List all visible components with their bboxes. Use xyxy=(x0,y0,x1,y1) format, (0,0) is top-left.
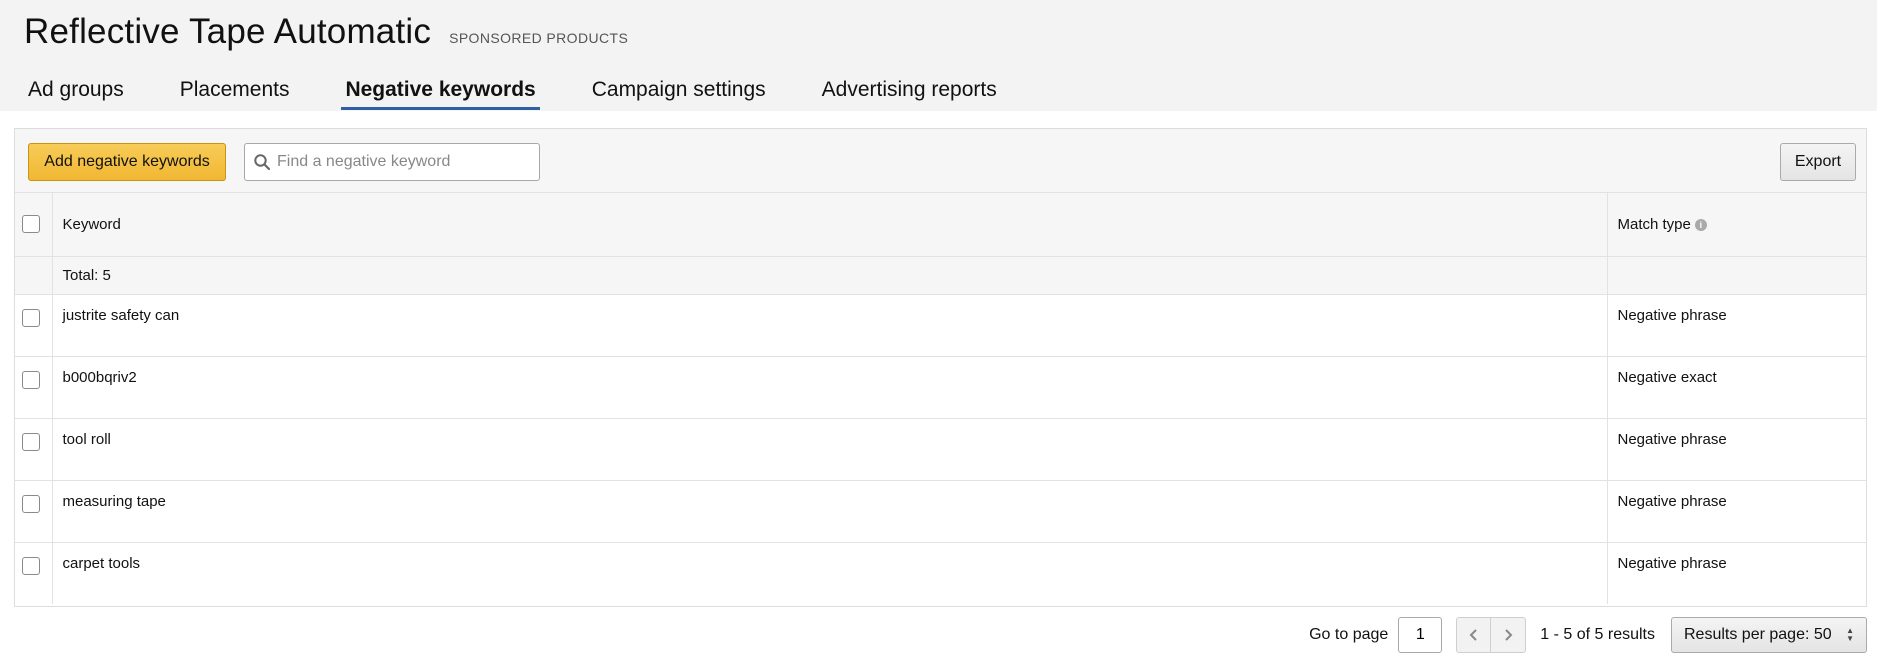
pagination: Go to page 1 - 5 of 5 results Results pe… xyxy=(1309,617,1867,653)
results-count: 1 - 5 of 5 results xyxy=(1540,626,1655,643)
campaign-type-label: SPONSORED PRODUCTS xyxy=(449,30,629,46)
negative-keywords-panel: Add negative keywords Export Keyword Mat… xyxy=(14,128,1867,607)
total-empty-cell xyxy=(15,256,53,295)
toolbar: Add negative keywords Export xyxy=(15,129,1866,193)
keyword-cell: measuring tape xyxy=(52,480,1608,543)
row-checkbox-cell xyxy=(15,542,53,604)
row-checkbox-cell xyxy=(15,418,53,481)
tab-campaign-settings[interactable]: Campaign settings xyxy=(588,78,770,110)
table-total-row: Total: 5 xyxy=(15,256,1866,295)
tab-ad-groups[interactable]: Ad groups xyxy=(24,78,128,110)
row-checkbox[interactable] xyxy=(22,494,40,513)
match-type-header-label: Match type xyxy=(1617,215,1691,233)
search-box[interactable] xyxy=(244,143,540,181)
search-icon xyxy=(254,154,271,171)
match-type-cell: Negative exact xyxy=(1607,356,1866,419)
chevron-left-icon xyxy=(1469,629,1477,641)
go-to-page-label: Go to page xyxy=(1309,626,1389,643)
title-row: Reflective Tape Automatic SPONSORED PROD… xyxy=(24,12,628,52)
row-checkbox[interactable] xyxy=(22,308,40,327)
column-header-keyword[interactable]: Keyword xyxy=(52,193,1608,257)
page-header: Reflective Tape Automatic SPONSORED PROD… xyxy=(0,0,1877,111)
row-checkbox[interactable] xyxy=(22,432,40,451)
select-all-checkbox[interactable] xyxy=(22,215,40,234)
row-checkbox-cell xyxy=(15,294,53,357)
table-header-row: Keyword Match type i xyxy=(15,193,1866,257)
add-negative-keywords-button[interactable]: Add negative keywords xyxy=(28,143,226,181)
match-type-cell: Negative phrase xyxy=(1607,294,1866,357)
tab-placements[interactable]: Placements xyxy=(176,78,294,110)
header-checkbox-cell xyxy=(15,193,53,257)
table-row: carpet tools Negative phrase xyxy=(15,542,1866,604)
search-input[interactable] xyxy=(277,144,535,180)
match-type-cell: Negative phrase xyxy=(1617,554,1727,572)
results-per-page-label: Results per page: 50 xyxy=(1684,626,1832,643)
page-number-input[interactable] xyxy=(1398,617,1443,653)
page-nav xyxy=(1456,617,1527,653)
tab-negative-keywords[interactable]: Negative keywords xyxy=(341,78,540,110)
keyword-cell: justrite safety can xyxy=(52,294,1608,357)
table-row: measuring tape Negative phrase xyxy=(15,480,1866,543)
results-per-page-select[interactable]: Results per page: 50 ▲ ▼ xyxy=(1671,617,1867,653)
tab-advertising-reports[interactable]: Advertising reports xyxy=(818,78,1001,110)
chevron-right-icon xyxy=(1505,629,1513,641)
select-arrows-icon: ▲ ▼ xyxy=(1846,626,1854,643)
match-type-cell: Negative phrase xyxy=(1607,418,1866,481)
row-checkbox[interactable] xyxy=(22,556,40,575)
total-match-type-cell xyxy=(1607,256,1866,295)
keywords-table: Keyword Match type i Total: 5 justrite sa… xyxy=(15,193,1866,604)
previous-page-button[interactable] xyxy=(1456,617,1492,653)
tab-bar: Ad groups Placements Negative keywords C… xyxy=(24,78,1049,110)
table-row: tool roll Negative phrase xyxy=(15,418,1866,481)
keyword-cell: tool roll xyxy=(52,418,1608,481)
table-row: b000bqriv2 Negative exact xyxy=(15,356,1866,419)
total-count: Total: 5 xyxy=(52,256,1608,295)
row-checkbox-cell xyxy=(15,480,53,543)
keyword-cell: carpet tools xyxy=(52,542,1608,604)
campaign-title: Reflective Tape Automatic xyxy=(24,12,432,51)
column-header-match-type[interactable]: Match type i xyxy=(1607,193,1866,257)
match-type-cell: Negative phrase xyxy=(1607,480,1866,543)
row-checkbox[interactable] xyxy=(22,370,40,389)
keyword-cell: b000bqriv2 xyxy=(52,356,1608,419)
export-button[interactable]: Export xyxy=(1780,143,1856,181)
table-row: justrite safety can Negative phrase xyxy=(15,294,1866,357)
row-checkbox-cell xyxy=(15,356,53,419)
next-page-button[interactable] xyxy=(1491,617,1527,653)
info-icon[interactable]: i xyxy=(1694,218,1707,231)
